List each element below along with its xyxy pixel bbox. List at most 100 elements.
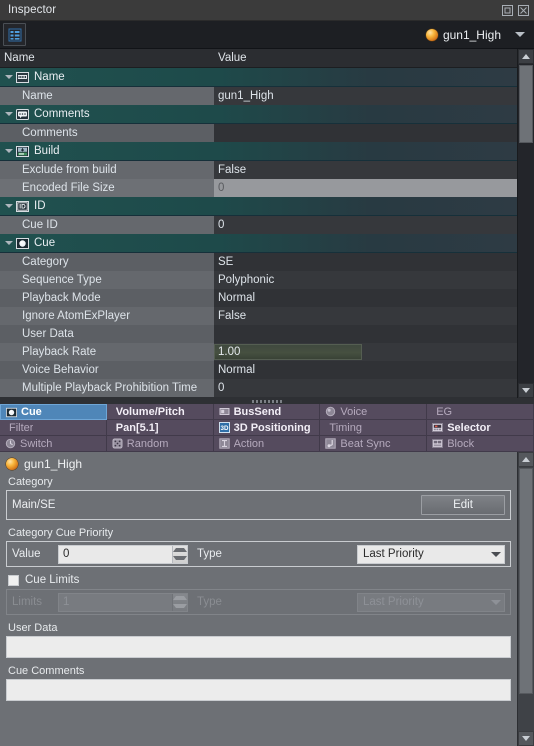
tree-property-row[interactable]: Voice Behavior Normal — [0, 361, 517, 379]
tree-property-value: 0 — [214, 379, 517, 397]
tree-property-row[interactable]: User Data — [0, 325, 517, 343]
tree-property-row[interactable]: Multiple Playback Prohibition Time 0 — [0, 379, 517, 397]
tree-group-row[interactable]: Build — [0, 142, 517, 161]
tab-timing[interactable]: Timing — [320, 420, 428, 436]
tab-cue[interactable]: Cue — [0, 404, 107, 420]
parameter-tab-grid: Cue Volume/Pitch BusSend Voice EG Filter Pan[5… — [0, 404, 534, 452]
tree-property-row[interactable]: Category SE — [0, 253, 517, 271]
tab-label: EG — [436, 405, 453, 418]
tab-3d-positioning[interactable]: 3D 3D Positioning — [213, 420, 321, 436]
property-tree-panel: Name Value Name Name gun1_High Comments Comm… — [0, 49, 534, 398]
tab-block[interactable]: Block — [427, 436, 534, 452]
priority-stepper-buttons[interactable] — [172, 545, 187, 563]
tab-label: BusSend — [233, 405, 282, 418]
limits-stepper-buttons[interactable] — [172, 593, 187, 611]
scroll-up-icon[interactable] — [518, 452, 534, 467]
tree-group-value — [214, 68, 517, 86]
chevron-down-icon[interactable] — [2, 149, 15, 153]
chevron-down-icon[interactable] — [2, 75, 15, 79]
priority-value-stepper[interactable] — [58, 544, 188, 564]
chevron-down-icon[interactable] — [2, 204, 15, 208]
tree-group-name: Cue — [0, 234, 214, 252]
tree-vertical-scrollbar[interactable] — [517, 49, 534, 398]
category-field-group: Main/SE Edit — [6, 490, 511, 520]
tree-group-row[interactable]: Cue — [0, 234, 517, 253]
column-header-name[interactable]: Name — [0, 52, 214, 64]
tree-property-row[interactable]: Cue ID 0 — [0, 216, 517, 234]
tree-group-row[interactable]: Comments — [0, 105, 517, 124]
chevron-down-icon[interactable] — [2, 241, 15, 245]
tab-pan-5-1[interactable]: Pan[5.1] — [106, 420, 214, 436]
tree-property-value: False — [214, 161, 517, 179]
cue-limits-checkbox[interactable] — [8, 574, 19, 586]
tree-property-row[interactable]: Encoded File Size 0 — [0, 179, 517, 197]
inspector-window: Inspector gun1_High Name Value Name Name… — [0, 0, 534, 746]
tab-volume-pitch[interactable]: Volume/Pitch — [106, 404, 214, 420]
tree-group-value — [214, 142, 517, 160]
tree-property-row[interactable]: Name gun1_High — [0, 87, 517, 105]
tree-property-row[interactable]: Ignore AtomExPlayer False — [0, 307, 517, 325]
tree-property-value: Normal — [214, 289, 517, 307]
id-badge-icon: ID — [15, 200, 29, 212]
tree-property-value: False — [214, 307, 517, 325]
limits-type-dropdown[interactable]: Last Priority — [357, 592, 505, 612]
scroll-down-icon[interactable] — [518, 731, 534, 746]
tree-property-row[interactable]: Exclude from build False — [0, 161, 517, 179]
tree-group-value — [214, 197, 517, 215]
playback-rate-slider[interactable]: 1.00 — [214, 344, 362, 360]
tree-property-row[interactable]: Comments — [0, 124, 517, 142]
stepper-down-icon[interactable] — [173, 602, 187, 611]
tree-property-row[interactable]: Playback Rate 1.00 — [0, 343, 517, 361]
tab-eg[interactable]: EG — [427, 404, 534, 420]
tree-property-name: Exclude from build — [0, 161, 214, 179]
tab-switch[interactable]: Switch — [0, 436, 107, 452]
tab-random[interactable]: Random — [106, 436, 214, 452]
panel-vertical-scrollbar[interactable] — [517, 452, 534, 746]
tree-group-row[interactable]: ID ID — [0, 197, 517, 216]
tree-group-row[interactable]: Name — [0, 68, 517, 87]
user-data-field[interactable] — [6, 636, 511, 658]
tree-property-label: Playback Mode — [22, 292, 101, 304]
chevron-down-icon[interactable] — [515, 32, 525, 37]
restore-icon[interactable] — [501, 4, 514, 17]
tree-group-value — [214, 105, 517, 123]
tab-bussend[interactable]: BusSend — [213, 404, 321, 420]
chevron-down-icon[interactable] — [2, 112, 15, 116]
tree-scroll-thumb[interactable] — [519, 65, 533, 143]
stepper-down-icon[interactable] — [173, 554, 187, 563]
tab-selector[interactable]: Selector — [427, 420, 534, 436]
scroll-up-icon[interactable] — [518, 49, 534, 64]
cue-sphere-icon — [6, 407, 17, 418]
object-selector[interactable]: gun1_High — [425, 28, 528, 42]
limits-stepper[interactable] — [58, 592, 188, 612]
list-view-icon[interactable] — [3, 23, 26, 46]
stepper-up-icon[interactable] — [173, 546, 187, 555]
priority-value-input[interactable] — [59, 545, 172, 563]
tab-action[interactable]: Action — [213, 436, 321, 452]
panel-scroll-thumb[interactable] — [519, 468, 533, 694]
tree-property-value: gun1_High — [214, 87, 517, 105]
scroll-down-icon[interactable] — [518, 383, 534, 398]
tree-property-row[interactable]: Playback Mode Normal — [0, 289, 517, 307]
limits-input[interactable] — [59, 593, 172, 611]
category-cue-priority-label: Category Cue Priority — [8, 527, 114, 539]
tab-filter[interactable]: Filter — [0, 420, 107, 436]
inspector-toolbar: gun1_High — [0, 21, 534, 49]
user-data-input[interactable] — [11, 640, 506, 654]
tree-property-row[interactable]: Sequence Type Polyphonic — [0, 271, 517, 289]
cue-comments-input[interactable] — [11, 683, 506, 697]
cue-comments-field[interactable] — [6, 679, 511, 701]
priority-type-value: Last Priority — [363, 548, 424, 560]
tree-property-name: User Data — [0, 325, 214, 343]
stepper-up-icon[interactable] — [173, 594, 187, 603]
priority-type-dropdown[interactable]: Last Priority — [357, 544, 505, 564]
tab-voice[interactable]: Voice — [320, 404, 428, 420]
tree-property-label: Sequence Type — [22, 274, 102, 286]
tab-beat-sync[interactable]: Beat Sync — [320, 436, 428, 452]
tree-property-value — [214, 124, 517, 142]
close-icon[interactable] — [517, 4, 530, 17]
column-header-value[interactable]: Value — [214, 52, 517, 64]
tab-label: Filter — [9, 421, 34, 434]
edit-button[interactable]: Edit — [421, 495, 505, 515]
tab-label: Cue — [21, 406, 42, 418]
